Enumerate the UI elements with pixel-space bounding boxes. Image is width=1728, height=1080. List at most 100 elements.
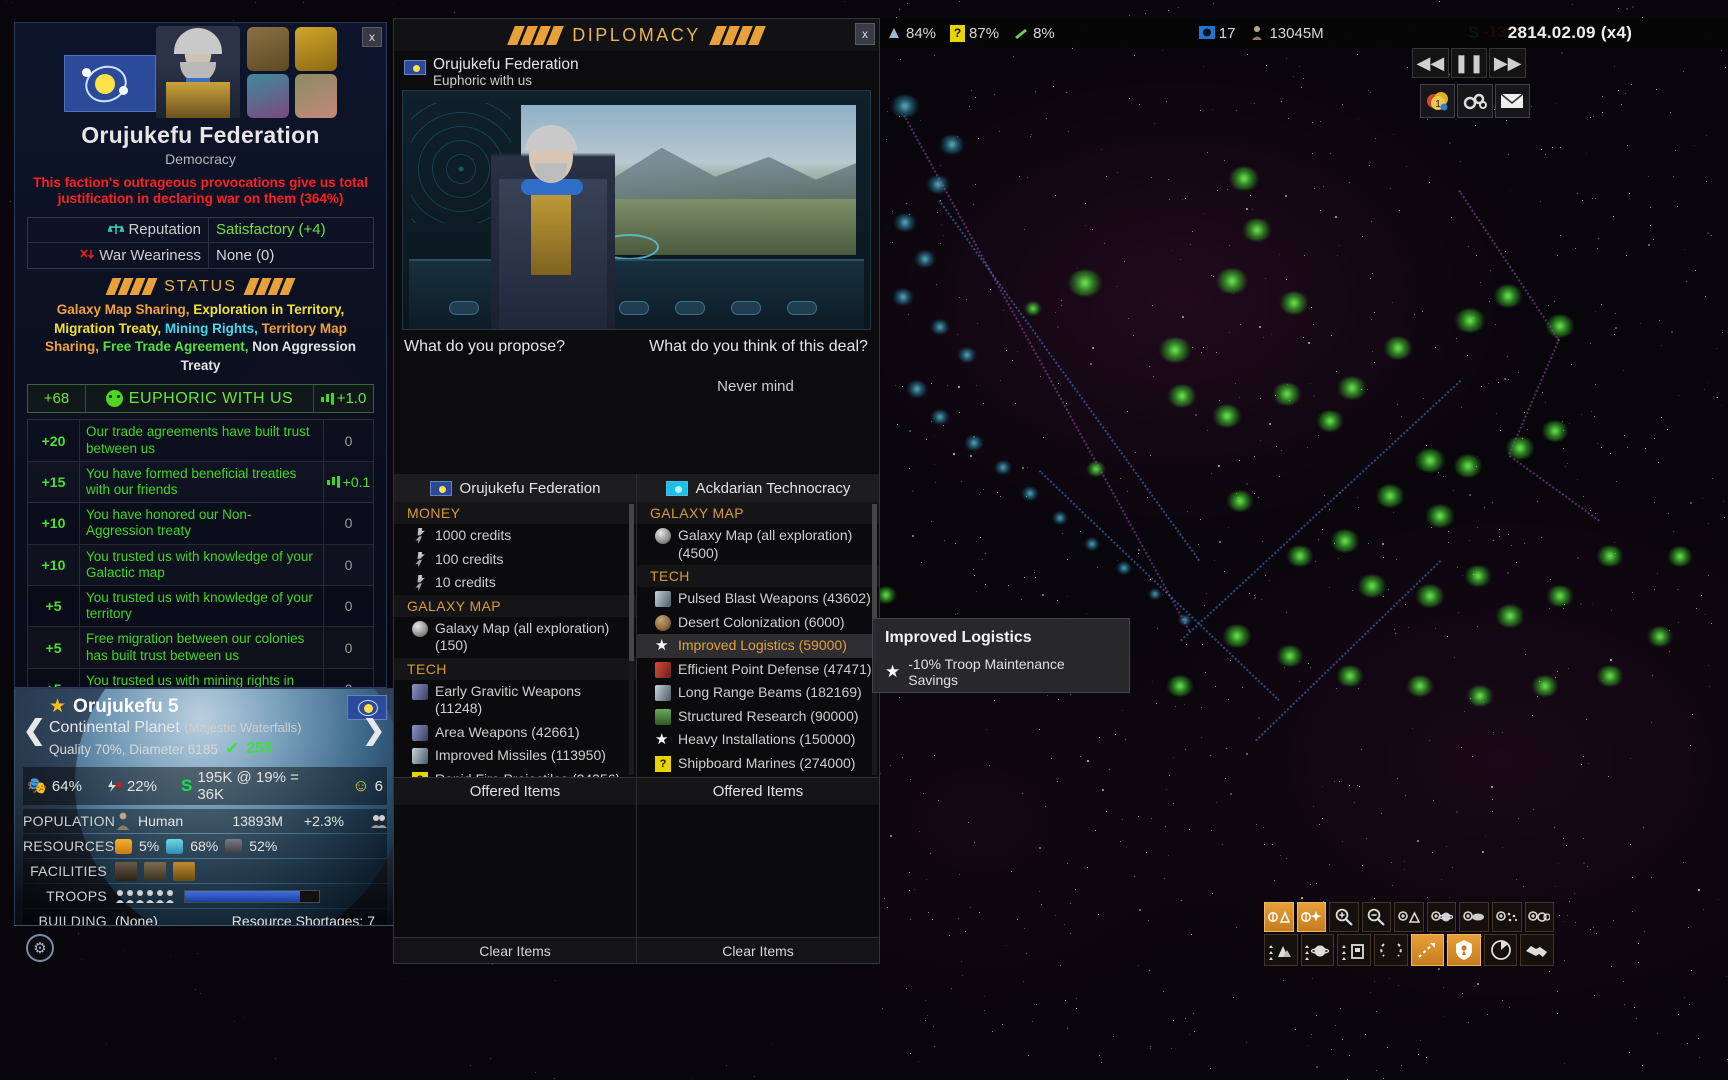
offer-group-header: MONEY — [394, 502, 636, 524]
offer-item[interactable]: 100 credits — [394, 548, 636, 572]
messages-button[interactable] — [1495, 84, 1530, 118]
offer-item[interactable]: Area Weapons (42661) — [394, 721, 636, 745]
resource-icon-2 — [166, 839, 183, 854]
relation-trend: +1.0 — [313, 385, 373, 412]
right-clear-items-button[interactable]: Clear Items — [637, 937, 879, 963]
speed-pause-button[interactable]: ❚❚ — [1451, 48, 1488, 78]
star-icon: ★ — [655, 732, 671, 748]
offer-item[interactable]: ★Improved Logistics (59000) — [637, 634, 879, 658]
toggle-territory-icon[interactable] — [1264, 902, 1294, 932]
planet-icon — [655, 615, 671, 631]
research-button[interactable] — [1457, 84, 1492, 118]
zoom-stars-icon[interactable] — [1492, 902, 1522, 932]
status-header: STATUS — [15, 278, 386, 296]
relation-modifier-row: +5You trusted us with knowledge of your … — [28, 586, 373, 627]
planet-income: S 195K @ 19% = 36K — [181, 769, 328, 803]
race-portrait — [247, 27, 289, 71]
game-date: 2814.02.09 (x4) — [1412, 18, 1728, 48]
radar-icon[interactable] — [1484, 934, 1518, 966]
zoom-planet-icon[interactable] — [1427, 902, 1457, 932]
settings-gear-icon[interactable]: ⚙ — [26, 934, 54, 962]
speed-slower-button[interactable]: ◀◀ — [1412, 48, 1449, 78]
deal-response: Never mind — [632, 378, 879, 395]
race-portrait — [295, 27, 337, 71]
speed-faster-button[interactable]: ▶▶ — [1489, 48, 1526, 78]
zoom-in-icon[interactable] — [1329, 902, 1359, 932]
offer-item[interactable]: Improved Missiles (113950) — [394, 744, 636, 768]
offer-item[interactable]: Galaxy Map (all exploration) (150) — [394, 617, 636, 658]
offer-group-header: GALAXY MAP — [394, 595, 636, 617]
svg-text:1: 1 — [1435, 99, 1441, 110]
offer-item[interactable]: ★Heavy Installations (150000) — [637, 728, 879, 752]
beam-icon — [412, 748, 428, 764]
chevron-decoration-left — [511, 26, 560, 45]
hud-population: 13045M — [1249, 25, 1323, 42]
right-trade-column: Ackdarian Technocracy GALAXY MAPGalaxy M… — [637, 474, 879, 963]
map-pin-icon[interactable] — [1447, 934, 1481, 966]
facility-icon-3 — [173, 862, 195, 881]
beam-icon — [655, 685, 671, 701]
offer-item-label: Desert Colonization (6000) — [678, 614, 845, 632]
offer-item-label: 1000 credits — [435, 527, 511, 545]
offer-item[interactable]: ?Ablative Energy Shields (174375) — [637, 775, 879, 777]
smiley-icon: ☺ — [352, 776, 369, 796]
zoom-ship-icon[interactable] — [1459, 902, 1489, 932]
offer-item[interactable]: Pulsed Blast Weapons (43602) — [637, 587, 879, 611]
selection-brackets-icon[interactable] — [1374, 934, 1408, 966]
offer-item-label: Improved Logistics (59000) — [678, 637, 847, 655]
modifier-trend: 0 — [323, 503, 373, 543]
hud-stat-2: ? 87% — [950, 25, 999, 42]
game-speed-controls: ◀◀ ❚❚ ▶▶ — [1412, 48, 1528, 78]
offer-item[interactable]: Galaxy Map (all exploration) (4500) — [637, 524, 879, 565]
left-clear-items-button[interactable]: Clear Items — [394, 937, 636, 963]
close-icon[interactable]: x — [855, 23, 875, 45]
hud-colonies-value: 17 — [1219, 25, 1236, 42]
offer-item[interactable]: Efficient Point Defense (47471) — [637, 658, 879, 682]
selected-planet-panel[interactable]: ❮ ❯ ★ Orujukefu 5 Continental Planet (Ma… — [14, 688, 396, 926]
toggle-highlight-icon[interactable] — [1297, 902, 1327, 932]
zoom-galaxy-icon[interactable] — [1525, 902, 1555, 932]
hud-quick-buttons: 1 — [1420, 84, 1532, 118]
offer-item[interactable]: Structured Research (90000) — [637, 705, 879, 729]
leader-scene-image — [402, 90, 871, 330]
offer-item[interactable]: ?Rapid Fire Projectiles (34356) — [394, 768, 636, 778]
diplomacy-handshake-icon[interactable] — [1520, 934, 1554, 966]
left-offered-area[interactable] — [394, 805, 636, 937]
offer-item[interactable]: ?Shipboard Marines (274000) — [637, 752, 879, 776]
trend-up-icon — [321, 392, 334, 405]
filter-colonies-icon[interactable] — [1264, 934, 1298, 966]
modifier-text: You trusted us with knowledge of your Ga… — [80, 545, 323, 585]
race-portrait — [247, 74, 289, 118]
movement-lines-icon[interactable] — [1411, 934, 1445, 966]
zoom-territory-icon[interactable] — [1394, 902, 1424, 932]
money-icon — [412, 575, 428, 591]
war-weariness-row: War Weariness None (0) — [28, 243, 373, 268]
next-planet-button[interactable]: ❯ — [362, 715, 385, 746]
happy-face-icon — [106, 390, 123, 407]
troops-icon — [115, 889, 177, 903]
notifications-button[interactable]: 1 — [1420, 84, 1455, 118]
offer-item[interactable]: Long Range Beams (182169) — [637, 681, 879, 705]
offer-item[interactable]: 1000 credits — [394, 524, 636, 548]
right-offered-area[interactable] — [637, 805, 879, 937]
treaty-item: Mining Rights, — [165, 321, 262, 336]
scrollbar[interactable] — [629, 504, 634, 775]
zoom-out-icon[interactable] — [1362, 902, 1392, 932]
filter-bases-icon[interactable] — [1337, 934, 1371, 966]
offer-item[interactable]: Desert Colonization (6000) — [637, 611, 879, 635]
filter-planets-icon[interactable] — [1301, 934, 1335, 966]
people-icon — [371, 814, 387, 828]
treaty-item: Exploration in Territory, — [193, 302, 344, 317]
offer-group-label: MONEY — [407, 505, 460, 521]
right-offer-list[interactable]: GALAXY MAPGalaxy Map (all exploration) (… — [637, 502, 879, 777]
left-offer-list[interactable]: MONEY 1000 credits 100 credits10 creditsGA… — [394, 502, 636, 777]
previous-planet-button[interactable]: ❮ — [23, 715, 46, 746]
left-offered-label: Offered Items — [394, 777, 636, 805]
empire-flag — [64, 55, 156, 112]
race-portraits-col-1 — [244, 27, 289, 118]
relation-modifier-row: +5You trusted us with mining rights in y… — [28, 669, 373, 688]
offer-item[interactable]: Early Gravitic Weapons (11248) — [394, 680, 636, 721]
close-icon[interactable]: x — [362, 27, 382, 47]
empire-detail-panel: x Orujukefu Federation Democracy This fa… — [14, 22, 387, 688]
offer-item[interactable]: 10 credits — [394, 571, 636, 595]
